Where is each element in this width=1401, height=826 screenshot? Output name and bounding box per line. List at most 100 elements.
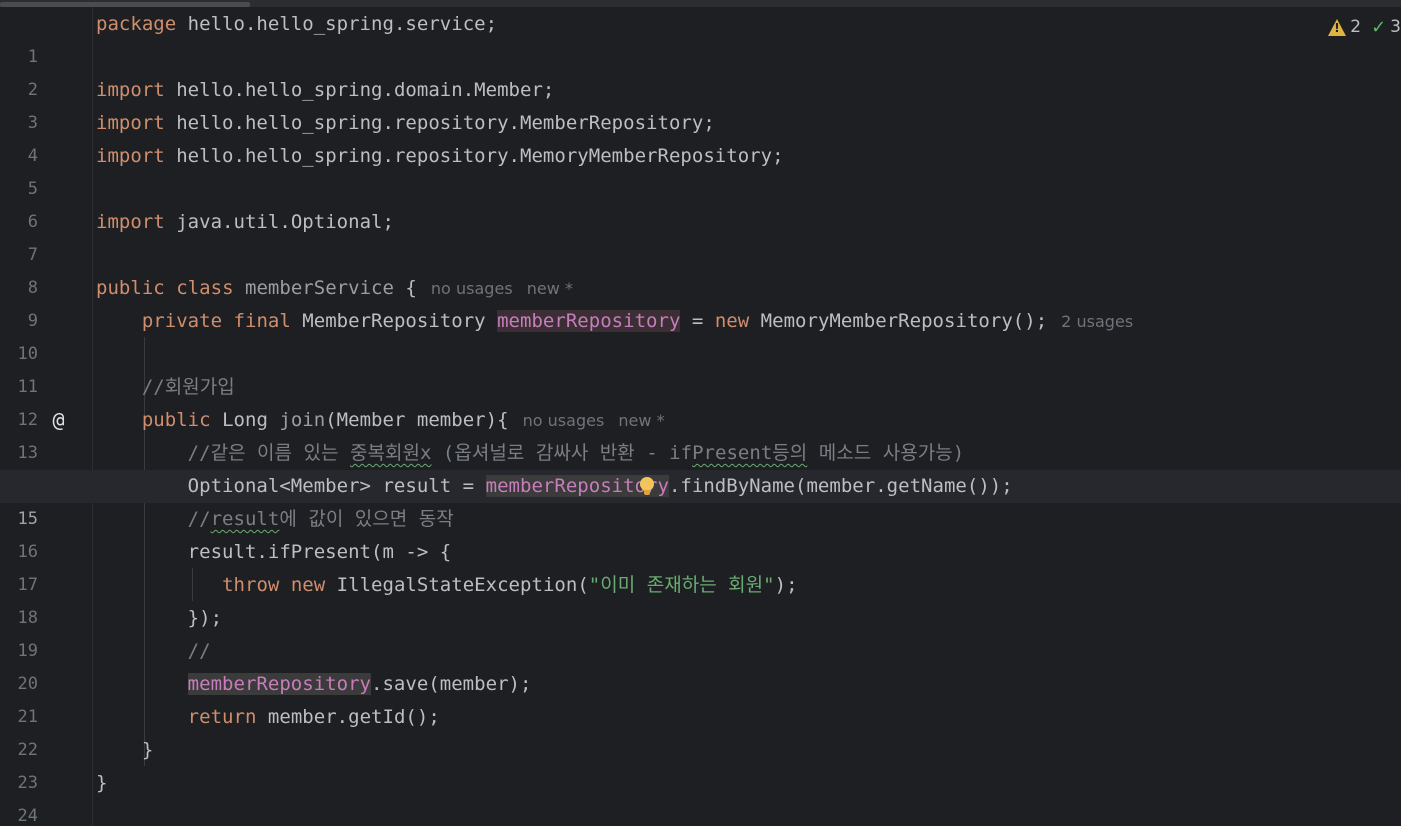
code-line[interactable]: 23 } — [0, 734, 1401, 793]
keyword: return — [187, 706, 257, 728]
method-name[interactable]: join — [279, 409, 325, 431]
code-text: package hello.hello_spring.service; — [96, 8, 497, 41]
code-text: result.ifPresent(m -> { — [96, 536, 452, 569]
code-line[interactable]: 20 // — [0, 635, 1401, 694]
code-line[interactable]: 12 //회원가입 — [0, 371, 1401, 430]
code-fragment: .save(member); — [371, 673, 532, 695]
typo-fragment[interactable]: 중복회원x — [350, 442, 431, 464]
code-line[interactable]: 24 } — [0, 767, 1401, 826]
keyword: new — [714, 310, 750, 332]
keyword: new — [290, 574, 326, 596]
field-reference[interactable]: memberRepository — [187, 673, 372, 695]
comment: //result에 값이 있으면 동작 — [96, 503, 454, 536]
comment-fragment: (옵셔널로 감싸사 반환 - if — [431, 442, 693, 464]
code-line[interactable]: 2 — [0, 41, 1401, 100]
code-fragment: }); — [187, 607, 223, 629]
code-fragment: member.getId(); — [256, 706, 440, 728]
code-fragment: MemberRepository — [290, 310, 498, 332]
code-text: throw new IllegalStateException("이미 존재하는… — [96, 569, 798, 602]
usages-inlay-hint[interactable]: no usages — [523, 411, 605, 430]
code-text: public class memberService {no usages new… — [96, 272, 573, 305]
keyword: import — [96, 112, 165, 134]
code-line[interactable]: 6 — [0, 173, 1401, 232]
keyword: private — [141, 310, 223, 332]
keyword: public — [96, 277, 165, 299]
code-text: Optional<Member> result = memberReposito… — [96, 470, 1013, 503]
comment: //회원가입 — [141, 376, 235, 398]
usages-inlay-hint[interactable]: 2 usages — [1061, 312, 1133, 331]
code-line[interactable]: 11 — [0, 338, 1401, 397]
code-text: public Long join(Member member){ no usage… — [96, 404, 665, 437]
code-fragment: java.util.Optional; — [164, 211, 394, 233]
keyword: throw — [222, 574, 280, 596]
code-line[interactable]: 5 import hello.hello_spring.repository.M… — [0, 140, 1401, 199]
code-fragment: Long — [210, 409, 280, 431]
code-line[interactable]: 19 }); — [0, 602, 1401, 661]
keyword: import — [96, 211, 165, 233]
code-fragment: hello.hello_spring.repository.MemberRepo… — [164, 112, 715, 134]
code-line[interactable]: 9 public class memberService {no usages n… — [0, 272, 1401, 331]
code-line[interactable]: 22 return member.getId(); — [0, 701, 1401, 760]
code-fragment: IllegalStateException( — [325, 574, 589, 596]
code-fragment: } — [96, 772, 108, 794]
author-inlay-hint[interactable]: new * — [527, 279, 573, 298]
author-inlay-hint[interactable]: new * — [618, 411, 664, 430]
code-line[interactable]: 3 import hello.hello_spring.domain.Membe… — [0, 74, 1401, 133]
code-line[interactable]: 21 memberRepository.save(member); — [0, 668, 1401, 727]
code-line-current[interactable]: 15 Optional<Member> result = memberRepos… — [0, 470, 1401, 529]
code-fragment: (Member member){ — [325, 409, 509, 431]
keyword: import — [96, 79, 165, 101]
code-line[interactable]: 7 import java.util.Optional; — [0, 206, 1401, 265]
code-fragment: hello.hello_spring.domain.Member; — [164, 79, 555, 101]
editor-top-strip — [0, 0, 1401, 7]
comment-fragment: 에 값이 있으면 동작 — [279, 508, 454, 530]
code-line[interactable]: 13 @ public Long join(Member member){no … — [0, 404, 1401, 463]
field-reference[interactable]: memberRepository — [497, 310, 681, 332]
code-fragment: ); — [774, 574, 798, 596]
code-line[interactable]: 10 private final MemberRepository member… — [0, 305, 1401, 364]
code-line[interactable]: 18 throw new IllegalStateException("이미 존… — [0, 569, 1401, 628]
code-text: // — [96, 635, 211, 668]
typo-fragment[interactable]: result — [211, 508, 280, 530]
code-text: private final MemberRepository memberRep… — [96, 305, 1133, 338]
keyword: import — [96, 145, 165, 167]
code-text: //회원가입 — [96, 371, 235, 404]
code-fragment: .findByName(member.getName()); — [668, 475, 1013, 497]
code-text: } — [96, 767, 107, 800]
string-literal: "이미 존재하는 회원" — [588, 574, 775, 596]
at-sign-icon[interactable]: @ — [48, 410, 69, 431]
class-name[interactable]: memberService — [245, 277, 394, 299]
comment-fragment: //같은 이름 있는 — [187, 442, 350, 464]
code-line[interactable]: 8 — [0, 239, 1401, 298]
code-line[interactable]: 17 result.ifPresent(m -> { — [0, 536, 1401, 595]
code-line[interactable]: 25 — [0, 800, 1401, 826]
code-text: import hello.hello_spring.repository.Mem… — [96, 107, 715, 140]
code-text: } — [96, 734, 153, 767]
keyword: public — [141, 409, 211, 431]
code-text: import hello.hello_spring.repository.Mem… — [96, 140, 784, 173]
code-editor[interactable]: 2 ✓ 3 1 package hello.hello_spring.servi… — [0, 0, 1401, 826]
code-line[interactable]: 4 import hello.hello_spring.repository.M… — [0, 107, 1401, 166]
code-text: }); — [96, 602, 222, 635]
keyword: final — [233, 310, 291, 332]
comment-fragment: 메소드 사용가능) — [807, 442, 965, 464]
comment: // — [187, 640, 211, 662]
code-fragment: hello.hello_spring.service; — [176, 13, 498, 35]
keyword: class — [176, 277, 234, 299]
comment-fragment: // — [187, 508, 211, 530]
code-fragment: hello.hello_spring.repository.MemoryMemb… — [164, 145, 784, 167]
code-line[interactable]: 14 //같은 이름 있는 중복회원x (옵셔널로 감싸사 반환 - ifPre… — [0, 437, 1401, 496]
keyword: package — [96, 13, 177, 35]
typo-fragment[interactable]: Present등의 — [692, 442, 807, 464]
code-text: memberRepository.save(member); — [96, 668, 531, 701]
code-line[interactable]: 16 //result에 값이 있으면 동작 — [0, 503, 1401, 562]
code-text: import java.util.Optional; — [96, 206, 394, 239]
code-fragment: = — [680, 310, 715, 332]
code-text: return member.getId(); — [96, 701, 440, 734]
usages-inlay-hint[interactable]: no usages — [431, 279, 513, 298]
lightbulb-icon[interactable] — [640, 477, 654, 495]
code-fragment: MemoryMemberRepository(); — [749, 310, 1048, 332]
code-line[interactable]: 1 package hello.hello_spring.service; — [0, 8, 1401, 67]
code-text: import hello.hello_spring.domain.Member; — [96, 74, 554, 107]
code-fragment: result.ifPresent(m -> { — [187, 541, 452, 563]
